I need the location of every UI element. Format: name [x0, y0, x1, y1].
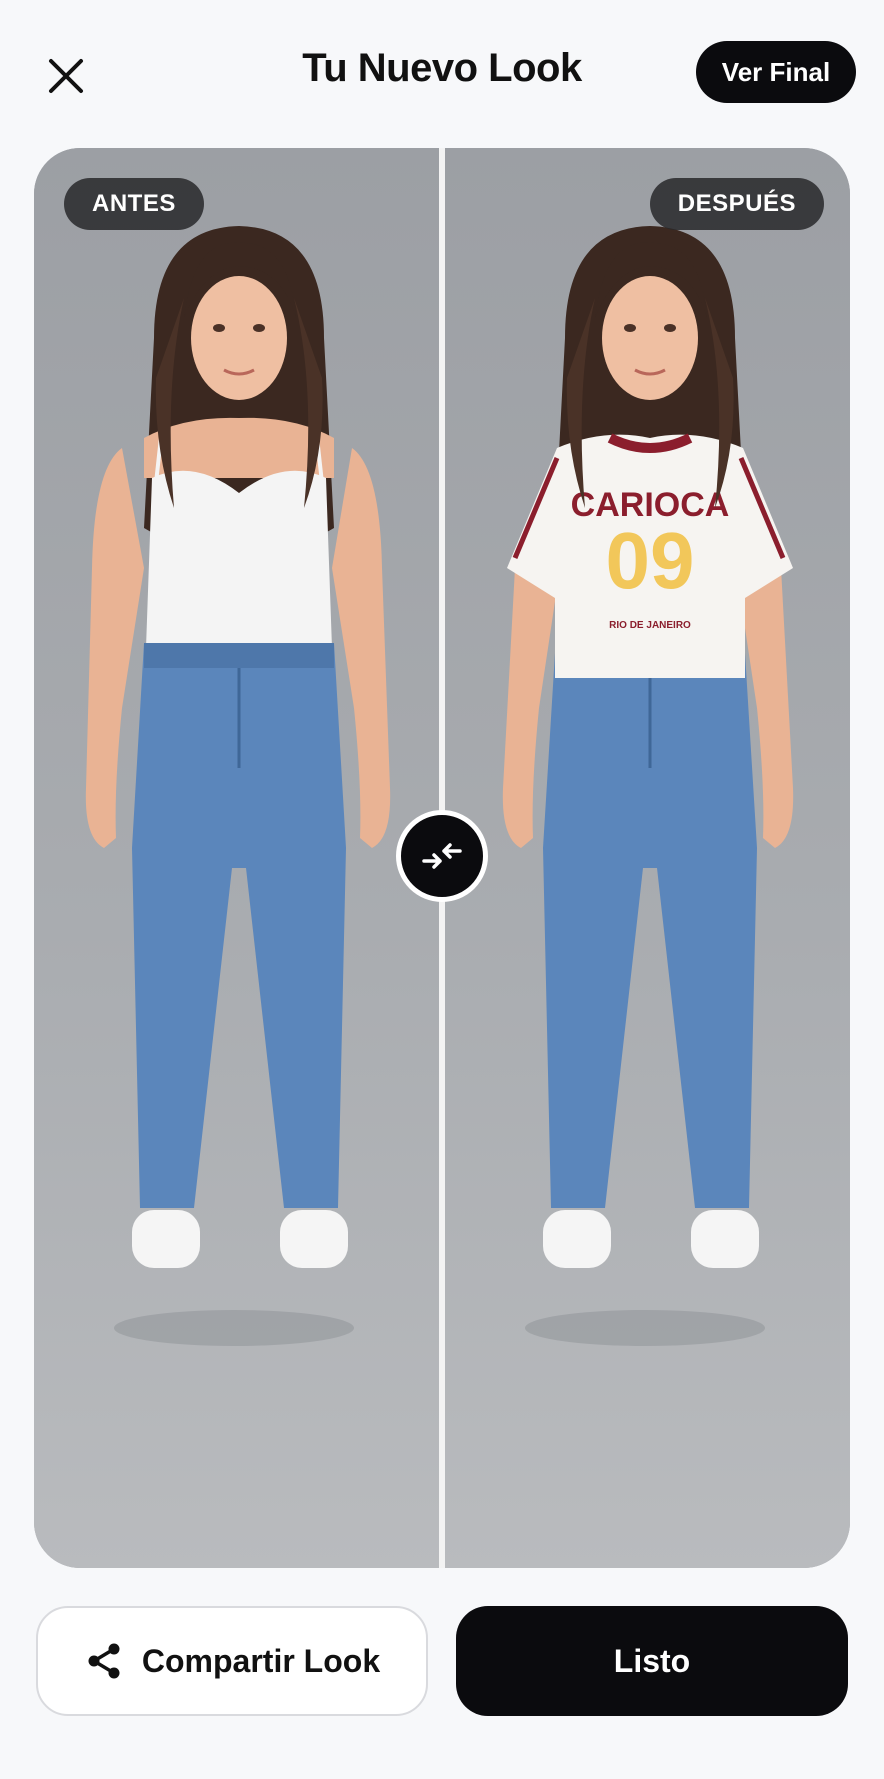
share-look-button[interactable]: Compartir Look	[36, 1606, 428, 1716]
after-image: CARIOCA 09 RIO DE JANEIRO DESPUÉS	[445, 148, 850, 1568]
shirt-number: 09	[606, 516, 695, 605]
before-after-comparison[interactable]: ANTES CARIOCA 09 RIO DE JANEIRO DESPUÉS	[34, 148, 850, 1568]
view-final-button[interactable]: Ver Final	[696, 41, 856, 103]
swap-arrows-icon	[422, 843, 462, 869]
after-badge: DESPUÉS	[649, 178, 824, 230]
model-after-figure: CARIOCA 09 RIO DE JANEIRO	[502, 226, 794, 1346]
share-look-label: Compartir Look	[141, 1642, 381, 1679]
before-image: ANTES	[34, 148, 439, 1568]
compare-slider-handle[interactable]	[396, 810, 488, 902]
before-badge: ANTES	[64, 178, 204, 230]
share-icon	[88, 1643, 120, 1679]
done-button[interactable]: Listo	[456, 1606, 848, 1716]
tryon-result-screen: Tu Nuevo Look Ver Final ANTES CARIOCA 09…	[0, 0, 884, 1779]
shirt-text-bottom: RIO DE JANEIRO	[609, 620, 691, 631]
model-before-figure	[85, 226, 391, 1346]
